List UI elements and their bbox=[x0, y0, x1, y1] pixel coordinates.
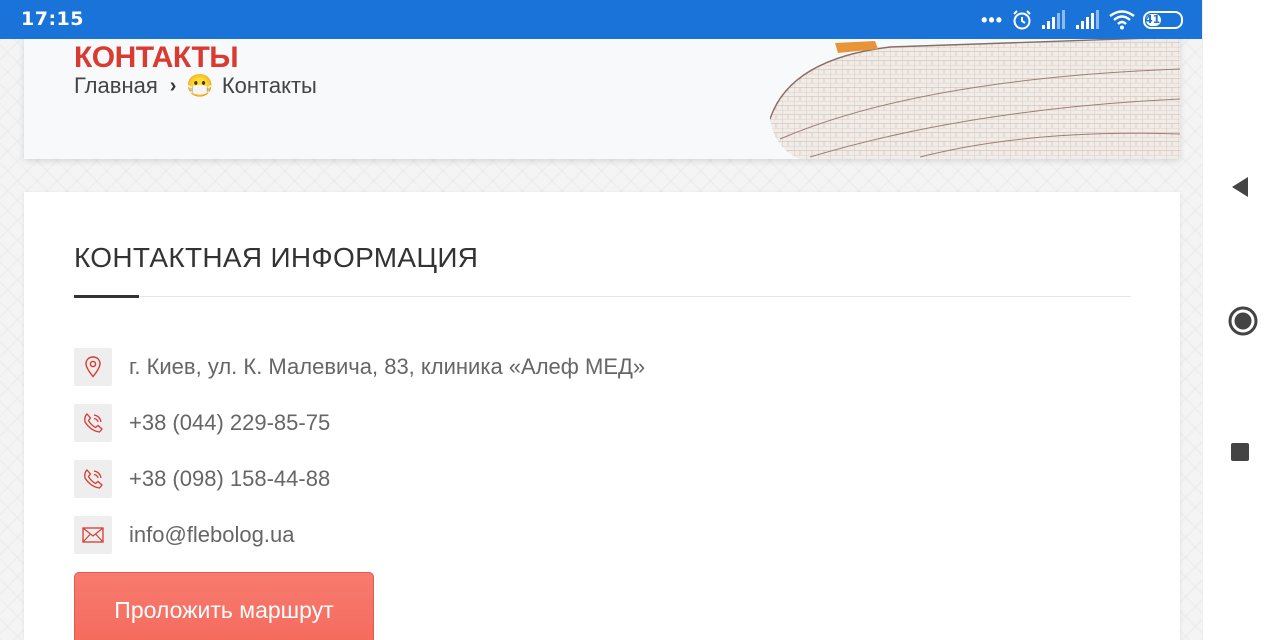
phone-1-text[interactable]: +38 (044) 229-85-75 bbox=[129, 410, 330, 436]
alarm-icon bbox=[1013, 10, 1031, 30]
dragonfly-wing-image bbox=[770, 39, 1180, 159]
section-accent-line bbox=[74, 295, 139, 298]
battery-level: 41 bbox=[1145, 13, 1161, 26]
battery-icon: 41 bbox=[1143, 11, 1183, 29]
page-content: КОНТАКТЫ Главная › 😷 Контакты КОНТАКТНАЯ… bbox=[0, 39, 1203, 640]
page-header: КОНТАКТЫ Главная › 😷 Контакты bbox=[24, 39, 1180, 159]
page-title: КОНТАКТЫ bbox=[74, 41, 239, 74]
status-time: 17:15 bbox=[21, 8, 84, 30]
contact-info-card: КОНТАКТНАЯ ИНФОРМАЦИЯ г. Киев, ул. К. Ма… bbox=[24, 192, 1180, 640]
signal-icon bbox=[1042, 10, 1065, 29]
section-title: КОНТАКТНАЯ ИНФОРМАЦИЯ bbox=[74, 242, 479, 273]
mail-icon bbox=[74, 516, 112, 554]
chevron-right-icon: › bbox=[169, 74, 177, 97]
breadcrumb-current: Контакты bbox=[221, 73, 317, 98]
contact-phone-1[interactable]: +38 (044) 229-85-75 bbox=[74, 404, 330, 442]
back-icon[interactable] bbox=[1229, 176, 1251, 198]
phone-icon bbox=[74, 460, 112, 498]
status-icons: ••• 41 bbox=[981, 8, 1183, 32]
build-route-button[interactable]: Проложить маршрут bbox=[74, 572, 374, 640]
address-text: г. Киев, ул. К. Малевича, 83, клиника «А… bbox=[129, 354, 646, 379]
contact-address: г. Киев, ул. К. Малевича, 83, клиника «А… bbox=[74, 348, 645, 386]
navigation-bar bbox=[1202, 0, 1280, 640]
location-pin-icon bbox=[74, 348, 112, 386]
mask-emoji-icon: 😷 bbox=[186, 73, 214, 98]
more-dots-icon: ••• bbox=[981, 10, 1003, 30]
email-text[interactable]: info@flebolog.ua bbox=[129, 522, 294, 548]
breadcrumb: Главная › 😷 Контакты bbox=[74, 73, 317, 99]
wifi-icon bbox=[1109, 10, 1135, 30]
signal-icon bbox=[1076, 10, 1099, 29]
phone-2-text[interactable]: +38 (098) 158-44-88 bbox=[129, 466, 330, 492]
status-bar: 17:15 ••• 41 bbox=[0, 0, 1203, 39]
section-divider bbox=[74, 296, 1131, 297]
breadcrumb-home-link[interactable]: Главная bbox=[74, 73, 158, 99]
contact-email[interactable]: info@flebolog.ua bbox=[74, 516, 294, 554]
phone-icon bbox=[74, 404, 112, 442]
recent-apps-icon[interactable] bbox=[1231, 443, 1249, 461]
home-icon[interactable] bbox=[1227, 305, 1259, 337]
contact-phone-2[interactable]: +38 (098) 158-44-88 bbox=[74, 460, 330, 498]
